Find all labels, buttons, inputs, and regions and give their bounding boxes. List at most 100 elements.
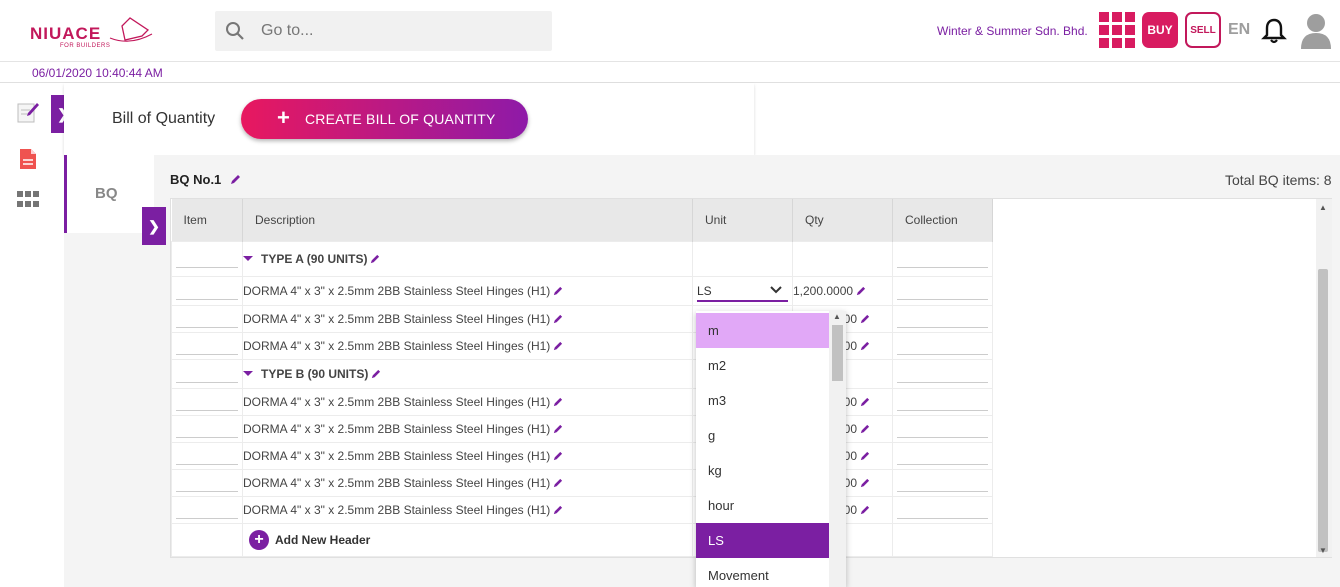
unit-option-hour[interactable]: hour [696, 488, 829, 523]
collection-cell[interactable] [892, 331, 993, 360]
description-text: DORMA 4" x 3" x 2.5mm 2BB Stainless Stee… [243, 502, 551, 517]
pencil-icon[interactable] [855, 286, 866, 297]
caret-down-icon[interactable] [243, 255, 253, 261]
tab-bq-label: BQ [95, 185, 118, 202]
bq-title: BQ No.1 [170, 172, 222, 187]
edit-document-icon[interactable] [16, 100, 40, 124]
scrollbar-thumb[interactable] [1318, 269, 1328, 552]
column-header-collection[interactable]: Collection [892, 199, 993, 241]
pencil-icon[interactable] [552, 424, 563, 435]
group-header-cell[interactable]: TYPE B (90 UNITS) [242, 358, 693, 389]
apps-grid-icon[interactable] [1099, 12, 1135, 48]
description-cell[interactable]: DORMA 4" x 3" x 2.5mm 2BB Stainless Stee… [242, 495, 693, 524]
pencil-icon[interactable] [369, 254, 380, 265]
caret-down-icon[interactable] [243, 370, 253, 376]
grid-icon[interactable] [17, 191, 39, 209]
language-switch[interactable]: EN [1228, 21, 1250, 39]
item-cell[interactable] [171, 358, 243, 389]
description-cell[interactable]: DORMA 4" x 3" x 2.5mm 2BB Stainless Stee… [242, 414, 693, 443]
column-header-unit[interactable]: Unit [692, 199, 793, 241]
unit-cell: LS [692, 275, 793, 306]
pencil-icon[interactable] [552, 505, 563, 516]
column-header-qty[interactable]: Qty [792, 199, 893, 241]
description-text: DORMA 4" x 3" x 2.5mm 2BB Stainless Stee… [243, 448, 551, 463]
unit-option-kg[interactable]: kg [696, 453, 829, 488]
bell-icon[interactable] [1261, 17, 1287, 45]
user-avatar-icon[interactable] [1299, 11, 1333, 49]
add-new-header-button[interactable]: + Add New Header [249, 529, 370, 550]
pencil-icon[interactable] [229, 174, 241, 186]
unit-option-m[interactable]: m [696, 313, 829, 348]
scroll-up-icon[interactable]: ▲ [833, 312, 841, 321]
description-cell[interactable]: DORMA 4" x 3" x 2.5mm 2BB Stainless Stee… [242, 304, 693, 333]
column-header-description[interactable]: Description [242, 199, 693, 241]
company-name[interactable]: Winter & Summer Sdn. Bhd. [937, 24, 1088, 38]
dropdown-scrollbar[interactable]: ▲ [829, 311, 846, 587]
description-cell[interactable]: DORMA 4" x 3" x 2.5mm 2BB Stainless Stee… [242, 331, 693, 360]
pencil-icon[interactable] [859, 314, 870, 325]
collection-cell[interactable] [892, 275, 993, 306]
pencil-icon[interactable] [552, 397, 563, 408]
pencil-icon[interactable] [859, 341, 870, 352]
pencil-icon[interactable] [552, 478, 563, 489]
item-cell[interactable] [171, 275, 243, 306]
collection-cell[interactable] [892, 441, 993, 470]
item-cell[interactable] [171, 414, 243, 443]
pencil-icon[interactable] [859, 451, 870, 462]
unit-option-m3[interactable]: m3 [696, 383, 829, 418]
unit-select[interactable]: LS [697, 280, 788, 302]
description-text: DORMA 4" x 3" x 2.5mm 2BB Stainless Stee… [243, 311, 551, 326]
logo-text: NIUACE [30, 24, 102, 43]
item-cell[interactable] [171, 468, 243, 497]
unit-option-ls[interactable]: LS [696, 523, 829, 558]
collection-cell[interactable] [892, 240, 993, 277]
description-cell[interactable]: DORMA 4" x 3" x 2.5mm 2BB Stainless Stee… [242, 468, 693, 497]
dropdown-scrollbar-thumb[interactable] [832, 325, 843, 381]
pencil-icon[interactable] [859, 505, 870, 516]
scroll-up-icon[interactable]: ▲ [1319, 203, 1327, 212]
search-input[interactable] [261, 19, 531, 43]
collection-cell[interactable] [892, 387, 993, 416]
item-cell[interactable] [171, 304, 243, 333]
item-cell[interactable] [171, 441, 243, 470]
item-cell[interactable] [171, 387, 243, 416]
unit-option-g[interactable]: g [696, 418, 829, 453]
item-cell[interactable] [171, 495, 243, 524]
collection-cell[interactable] [892, 358, 993, 389]
item-cell [171, 522, 243, 557]
pencil-icon[interactable] [552, 341, 563, 352]
collection-cell[interactable] [892, 495, 993, 524]
collection-cell[interactable] [892, 468, 993, 497]
qty-cell[interactable]: 1,200.0000 [792, 275, 893, 306]
pencil-icon[interactable] [552, 286, 563, 297]
item-cell[interactable] [171, 240, 243, 277]
pencil-icon[interactable] [859, 397, 870, 408]
grid-scrollbar[interactable]: ▲ ▼ [1316, 199, 1332, 557]
pencil-icon[interactable] [859, 478, 870, 489]
pencil-icon[interactable] [370, 369, 381, 380]
description-cell[interactable]: DORMA 4" x 3" x 2.5mm 2BB Stainless Stee… [242, 275, 693, 306]
description-cell[interactable]: DORMA 4" x 3" x 2.5mm 2BB Stainless Stee… [242, 387, 693, 416]
unit-dropdown-menu: m m2 m3 g kg hour LS Movement ▲ [696, 311, 846, 587]
group-header-cell[interactable]: TYPE A (90 UNITS) [242, 240, 693, 277]
panel-expand-button[interactable]: ❯ [142, 207, 166, 245]
description-cell[interactable]: DORMA 4" x 3" x 2.5mm 2BB Stainless Stee… [242, 441, 693, 470]
group-header-row: TYPE B (90 UNITS) [171, 358, 993, 389]
tab-bq[interactable]: BQ [64, 155, 154, 233]
pencil-icon[interactable] [552, 451, 563, 462]
pencil-icon[interactable] [859, 424, 870, 435]
collection-cell[interactable] [892, 414, 993, 443]
item-cell[interactable] [171, 331, 243, 360]
sell-button[interactable]: SELL [1185, 12, 1221, 48]
buy-button[interactable]: BUY [1142, 12, 1178, 48]
scroll-down-icon[interactable]: ▼ [1319, 546, 1327, 555]
column-header-item[interactable]: Item [171, 199, 243, 241]
unit-option-movement[interactable]: Movement [696, 558, 829, 587]
unit-option-m2[interactable]: m2 [696, 348, 829, 383]
search-box[interactable] [215, 11, 552, 51]
pencil-icon[interactable] [552, 314, 563, 325]
niuace-logo[interactable]: NIUACE FOR BUILDERS [30, 16, 155, 50]
collection-cell[interactable] [892, 304, 993, 333]
pdf-icon[interactable] [19, 148, 37, 170]
create-bq-button[interactable]: + CREATE BILL OF QUANTITY [241, 99, 528, 139]
